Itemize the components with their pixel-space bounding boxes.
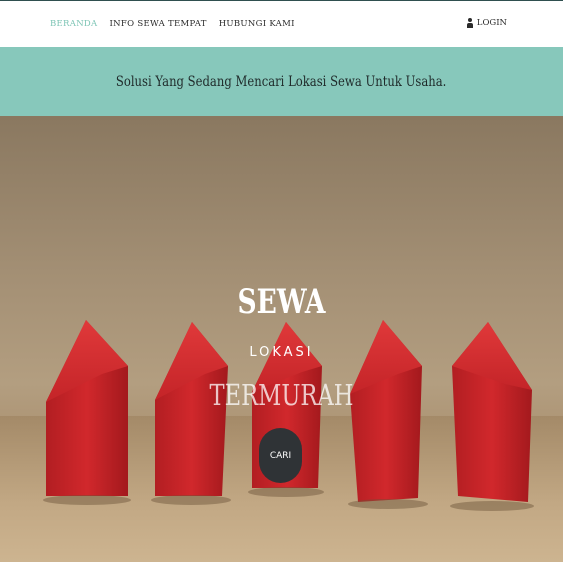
nav-link-info-sewa-tempat[interactable]: INFO SEWA TEMPAT (109, 19, 206, 29)
top-navbar: BERANDA INFO SEWA TEMPAT HUBUNGI KAMI LO… (0, 0, 563, 47)
tagline-banner: Solusi Yang Sedang Mencari Lokasi Sewa U… (0, 47, 563, 116)
login-label: LOGIN (476, 18, 507, 28)
login-link[interactable]: LOGIN (467, 18, 507, 28)
user-icon (467, 18, 474, 28)
hero-tagline: TERMURAH (209, 378, 354, 412)
nav-link-beranda[interactable]: BERANDA (50, 19, 97, 29)
cari-button[interactable]: CARI (259, 428, 302, 483)
banner-text: Solusi Yang Sedang Mencari Lokasi Sewa U… (116, 73, 447, 90)
nav-links: BERANDA INFO SEWA TEMPAT HUBUNGI KAMI (50, 19, 295, 29)
nav-link-hubungi-kami[interactable]: HUBUNGI KAMI (219, 19, 295, 29)
hero-title: SEWA (237, 282, 326, 322)
hero-section: SEWA LOKASI TERMURAH CARI (0, 116, 563, 562)
hero-content: SEWA LOKASI TERMURAH CARI (0, 116, 563, 562)
hero-subtitle: LOKASI (249, 345, 314, 360)
